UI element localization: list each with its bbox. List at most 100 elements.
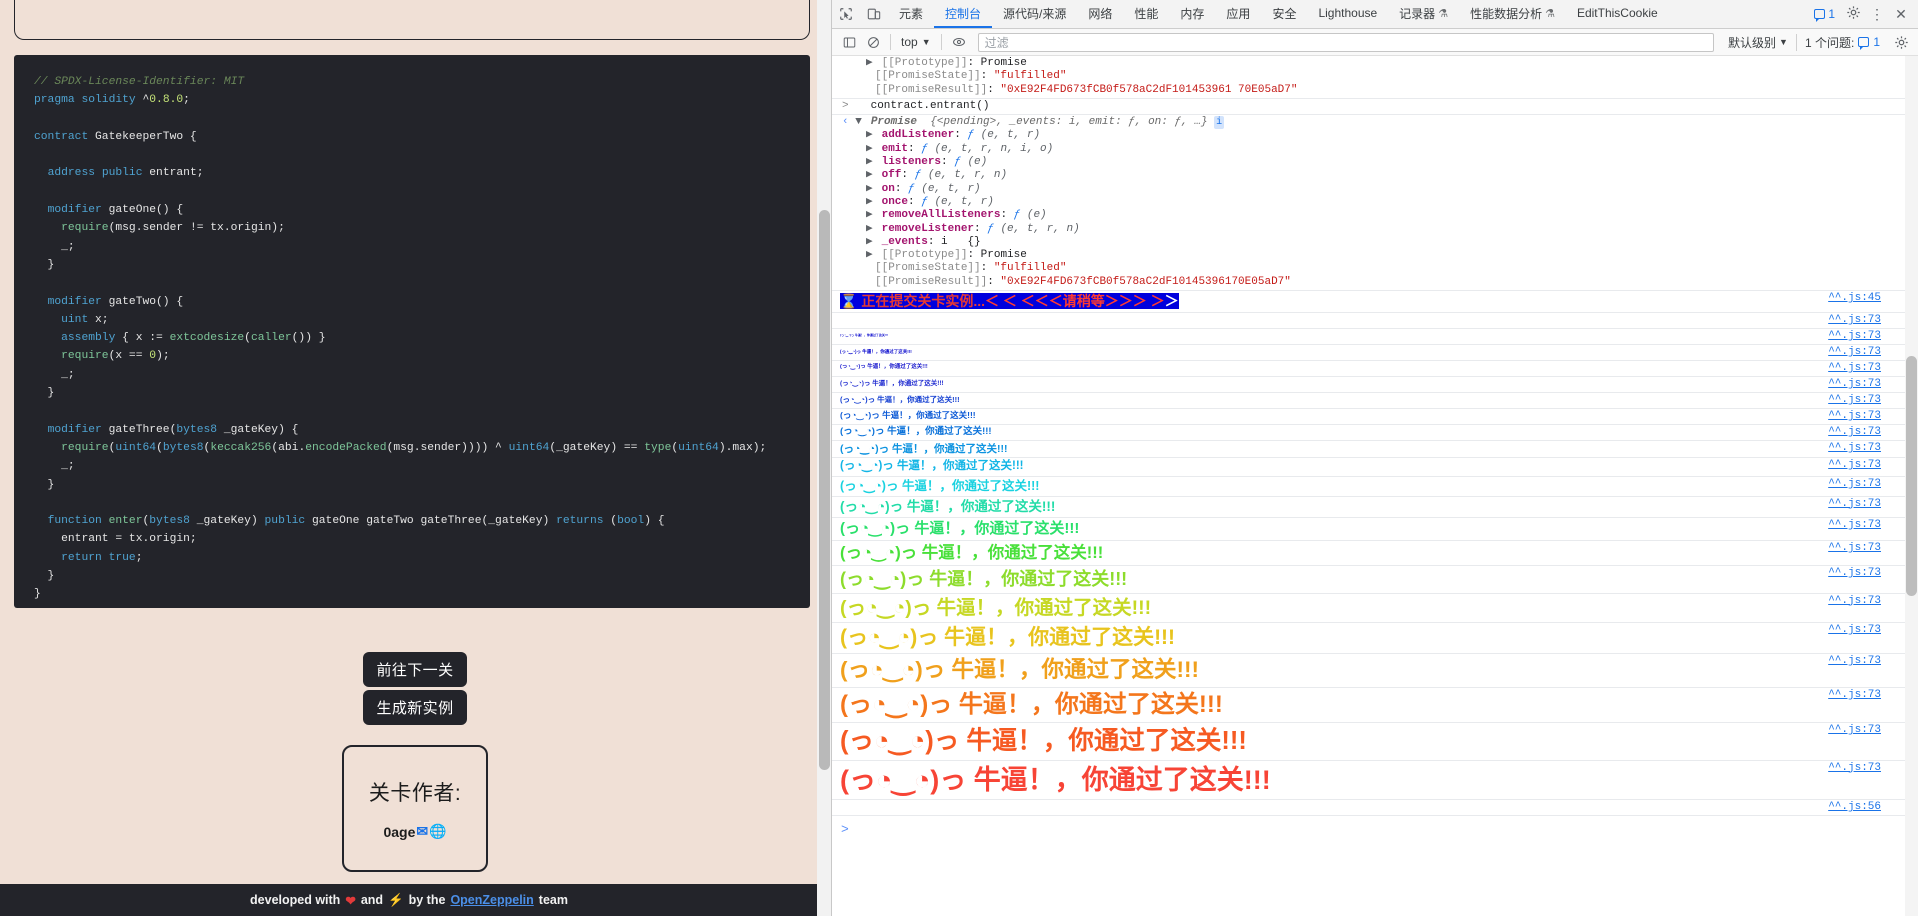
console-message-body: (っ◔‿◔)っ 牛逼！，你通过了这关!!!: [832, 410, 1828, 421]
expand-triangle-icon[interactable]: ▶: [866, 169, 875, 182]
tab-4[interactable]: 性能: [1123, 0, 1169, 28]
console-source-link[interactable]: ^^.js:73: [1828, 624, 1905, 636]
console-source-link[interactable]: ^^.js:45: [1828, 292, 1905, 304]
expand-triangle-icon[interactable]: ▶: [866, 143, 875, 156]
tab-label: Lighthouse: [1318, 6, 1378, 20]
expand-triangle-icon[interactable]: ▶: [866, 223, 875, 236]
footer-end: team: [538, 893, 568, 907]
console-source-link[interactable]: ^^.js:73: [1828, 689, 1905, 701]
tab-6[interactable]: 应用: [1215, 0, 1261, 28]
tab-9[interactable]: 记录器 ⚗: [1388, 0, 1459, 28]
console-congrats-row: (っ◔‿◔)っ 牛逼！，你通过了这关!!! ^^.js:73: [832, 377, 1905, 394]
inspect-element-icon[interactable]: [832, 0, 860, 28]
tab-1[interactable]: 控制台: [934, 0, 993, 28]
collapse-triangle-icon[interactable]: ▼: [855, 116, 864, 129]
next-level-button[interactable]: 前往下一关: [363, 652, 467, 687]
page-footer: developed with ❤ and ⚡ by the OpenZeppel…: [0, 884, 818, 916]
congrats-text: (っ◔‿◔)っ 牛逼！，你通过了这关!!!: [840, 349, 912, 355]
console-source-link[interactable]: ^^.js:73: [1828, 346, 1905, 358]
issue-bubble-icon: [1858, 37, 1870, 50]
tab-label: 应用: [1226, 6, 1251, 21]
close-icon[interactable]: ✕: [1890, 6, 1912, 23]
console-source-link[interactable]: ^^.js:73: [1828, 762, 1905, 774]
globe-icon[interactable]: 🌐: [429, 823, 446, 840]
console-congrats-row: (っ◔‿◔)っ 牛逼！，你通过了这关!!! ^^.js:73: [832, 477, 1905, 497]
gear-icon[interactable]: [1842, 5, 1864, 23]
tab-10[interactable]: 性能数据分析 ⚗: [1459, 0, 1566, 28]
console-source-link[interactable]: ^^.js:73: [1828, 724, 1905, 736]
console-source-link[interactable]: ^^.js:73: [1828, 442, 1905, 454]
expand-triangle-icon[interactable]: ▶: [866, 183, 875, 196]
console-congrats-row: ^^.js:73: [832, 313, 1905, 330]
console-source-link[interactable]: ^^.js:73: [1828, 542, 1905, 554]
console-message-body: (っ◔‿◔)っ 牛逼！，你通过了这关!!!: [832, 655, 1828, 685]
console-trailing-row: ^^.js:56: [832, 800, 1905, 816]
console-source-link[interactable]: ^^.js:73: [1828, 330, 1905, 342]
expand-triangle-icon[interactable]: ▶: [866, 209, 875, 222]
console-source-link[interactable]: ^^.js:73: [1828, 394, 1905, 406]
console-source-link[interactable]: ^^.js:73: [1828, 426, 1905, 438]
console-source-link[interactable]: ^^.js:73: [1828, 362, 1905, 374]
filter-placeholder: 过滤: [984, 35, 1009, 50]
console-settings-icon[interactable]: [1890, 31, 1912, 53]
tab-3[interactable]: 网络: [1077, 0, 1123, 28]
tab-11[interactable]: EditThisCookie: [1566, 0, 1669, 28]
console-prompt[interactable]: >: [832, 816, 1905, 843]
console-source-link[interactable]: ^^.js:73: [1828, 478, 1905, 490]
console-sidebar-icon[interactable]: [838, 31, 860, 53]
tab-label: 记录器: [1399, 6, 1436, 21]
tab-0[interactable]: 元素: [888, 0, 934, 28]
tab-5[interactable]: 内存: [1169, 0, 1215, 28]
console-output[interactable]: ▶ [[Prototype]]: Promise [[PromiseState]]…: [832, 56, 1918, 916]
expand-triangle-icon[interactable]: ▶: [866, 249, 875, 262]
console-message-body: (っ◔‿◔)っ 牛逼！，你通过了这关!!!: [832, 478, 1828, 495]
console-source-link[interactable]: ^^.js:73: [1828, 314, 1905, 326]
clear-console-icon[interactable]: [862, 31, 884, 53]
console-source-link[interactable]: ^^.js:73: [1828, 519, 1905, 531]
console-source-link[interactable]: ^^.js:73: [1828, 459, 1905, 471]
device-toolbar-icon[interactable]: [860, 0, 888, 28]
console-source-link[interactable]: ^^.js:73: [1828, 655, 1905, 667]
issues-counter[interactable]: 1 个问题: 1: [1795, 33, 1888, 51]
console-source-link[interactable]: ^^.js:73: [1828, 567, 1905, 579]
console-message-body: ⌛ 正在提交关卡实例...＜ ＜ ＜＜＜请稍等＞＞＞ ＞＞: [832, 292, 1828, 311]
expand-triangle-icon[interactable]: ▶: [866, 57, 875, 70]
live-expression-icon[interactable]: [948, 31, 970, 53]
console-source-link[interactable]: ^^.js:73: [1828, 595, 1905, 607]
expand-triangle-icon[interactable]: ▶: [866, 129, 875, 142]
expand-triangle-icon[interactable]: ▶: [866, 196, 875, 209]
tab-8[interactable]: Lighthouse: [1307, 0, 1388, 28]
expand-triangle-icon[interactable]: ▶: [866, 156, 875, 169]
console-scrollbar-track[interactable]: [1905, 56, 1918, 916]
log-level-select[interactable]: 默认级别 ▼: [1722, 34, 1794, 51]
chevron-down-icon: ▼: [1779, 37, 1788, 47]
congrats-text: (っ◔‿◔)っ 牛逼！，你通过了这关!!!: [840, 426, 992, 438]
kebab-menu-icon[interactable]: ⋮: [1866, 6, 1888, 23]
console-source-link[interactable]: ^^.js:73: [1828, 378, 1905, 390]
issues-badge[interactable]: 1: [1809, 7, 1840, 22]
congrats-text: (っ◔‿◔)っ 牛逼！，你通过了这关!!!: [840, 380, 944, 388]
author-title: 关卡作者:: [368, 782, 462, 805]
console-source-link[interactable]: ^^.js:73: [1828, 498, 1905, 510]
tab-2[interactable]: 源代码/来源: [992, 0, 1077, 28]
flask-icon: ⚗: [1545, 7, 1555, 20]
tab-7[interactable]: 安全: [1261, 0, 1307, 28]
envelope-icon[interactable]: ✉: [416, 823, 428, 840]
footer-mid: and: [360, 893, 384, 907]
console-congrats-row: (っ◔‿◔)っ 牛逼！，你通过了这关!!! ^^.js:73: [832, 425, 1905, 442]
congrats-text: (っ◔‿◔)っ 牛逼！，你通过了这关!!!: [840, 690, 1223, 718]
tab-label: 性能数据分析: [1470, 6, 1543, 21]
execution-context-select[interactable]: top ▼: [897, 35, 935, 49]
page-scrollbar-thumb[interactable]: [819, 210, 830, 770]
congrats-text: (っ◔‿◔)っ 牛逼！，你通过了这关!!!: [840, 498, 1056, 514]
console-source-link[interactable]: ^^.js:56: [1828, 801, 1905, 813]
expand-triangle-icon[interactable]: ▶: [866, 236, 875, 249]
page-scrollbar-track[interactable]: [817, 0, 831, 916]
congrats-text: (っ◔‿◔)っ 牛逼！，你通过了这关!!!: [840, 460, 1024, 473]
console-scrollbar-thumb[interactable]: [1906, 356, 1917, 596]
console-source-link[interactable]: ^^.js:73: [1828, 410, 1905, 422]
info-badge[interactable]: i: [1214, 116, 1225, 130]
new-instance-button[interactable]: 生成新实例: [363, 690, 467, 725]
openzeppelin-link[interactable]: OpenZeppelin: [450, 893, 533, 907]
filter-input[interactable]: 过滤: [977, 32, 1715, 52]
